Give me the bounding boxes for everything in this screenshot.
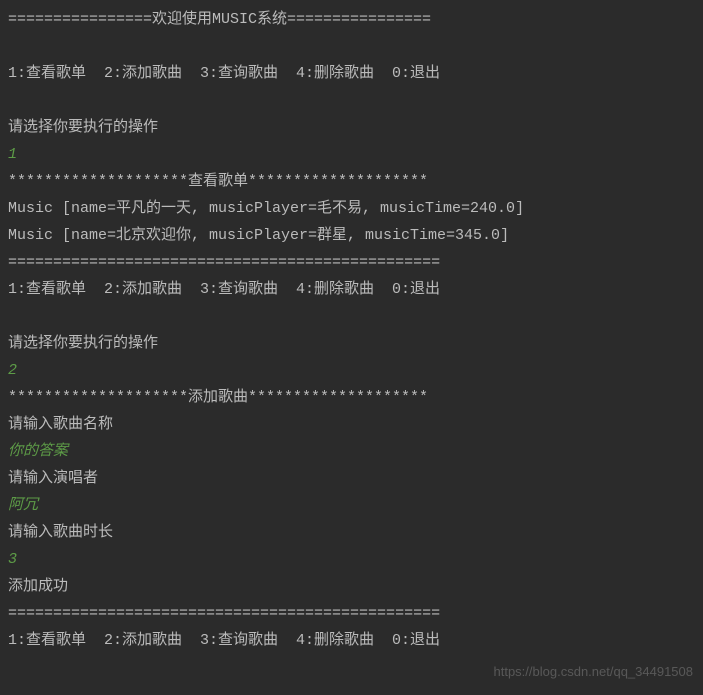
section-header: ********************查看歌单****************… bbox=[8, 168, 695, 195]
user-input[interactable]: 3 bbox=[8, 546, 695, 573]
music-record: Music [name=平凡的一天, musicPlayer=毛不易, musi… bbox=[8, 195, 695, 222]
prompt-line: 请输入演唱者 bbox=[8, 465, 695, 492]
prompt-line: 请输入歌曲名称 bbox=[8, 411, 695, 438]
divider-line: ========================================… bbox=[8, 249, 695, 276]
blank-line bbox=[8, 87, 695, 114]
prompt-line: 请选择你要执行的操作 bbox=[8, 330, 695, 357]
blank-line bbox=[8, 303, 695, 330]
menu-line: 1:查看歌单 2:添加歌曲 3:查询歌曲 4:删除歌曲 0:退出 bbox=[8, 60, 695, 87]
section-header: ********************添加歌曲****************… bbox=[8, 384, 695, 411]
blank-line bbox=[8, 33, 695, 60]
watermark-text: https://blog.csdn.net/qq_34491508 bbox=[494, 660, 694, 683]
header-line: ================欢迎使用MUSIC系统=============… bbox=[8, 6, 695, 33]
music-record: Music [name=北京欢迎你, musicPlayer=群星, music… bbox=[8, 222, 695, 249]
user-input[interactable]: 1 bbox=[8, 141, 695, 168]
menu-line: 1:查看歌单 2:添加歌曲 3:查询歌曲 4:删除歌曲 0:退出 bbox=[8, 276, 695, 303]
user-input[interactable]: 阿冗 bbox=[8, 492, 695, 519]
menu-line: 1:查看歌单 2:添加歌曲 3:查询歌曲 4:删除歌曲 0:退出 bbox=[8, 627, 695, 654]
divider-line: ========================================… bbox=[8, 600, 695, 627]
status-line: 添加成功 bbox=[8, 573, 695, 600]
user-input[interactable]: 2 bbox=[8, 357, 695, 384]
user-input[interactable]: 你的答案 bbox=[8, 438, 695, 465]
prompt-line: 请输入歌曲时长 bbox=[8, 519, 695, 546]
prompt-line: 请选择你要执行的操作 bbox=[8, 114, 695, 141]
